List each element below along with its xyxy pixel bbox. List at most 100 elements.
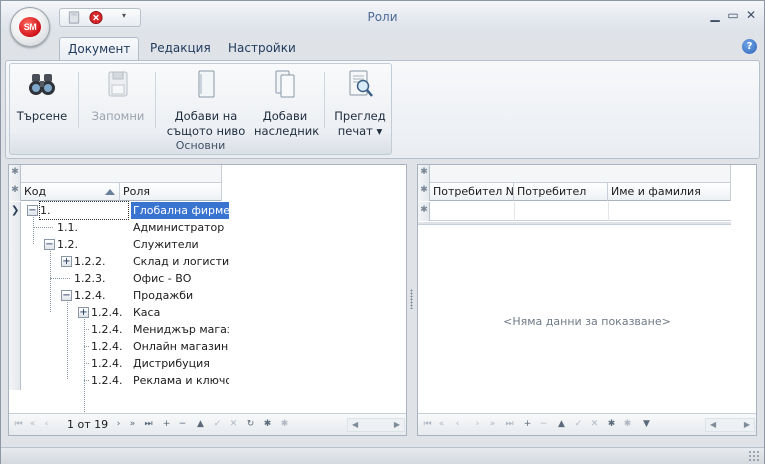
prev-record-icon[interactable]: ‹ xyxy=(452,418,463,430)
scroll-left-icon[interactable]: ◀ xyxy=(352,419,358,431)
collapse-icon[interactable]: − xyxy=(44,239,55,250)
print-preview-label: Преглед печат ▾ xyxy=(332,109,388,139)
help-icon[interactable]: ? xyxy=(742,39,757,54)
column-header-user[interactable]: Потребител xyxy=(514,183,608,201)
add-child-label: Добави наследник xyxy=(254,109,319,139)
prev-page-icon[interactable]: « xyxy=(27,418,38,430)
goto-bookmark-icon[interactable]: ✱ xyxy=(622,418,633,430)
tree-row-code: 1.2.4. xyxy=(74,289,106,302)
search-button-label: Търсене xyxy=(16,109,68,123)
cancel-edit-icon[interactable]: ✕ xyxy=(589,418,600,430)
users-filter-indicator: ✱ xyxy=(418,165,430,183)
first-record-icon[interactable]: ⏮ xyxy=(422,418,433,430)
print-preview-button[interactable]: Преглед печат ▾ xyxy=(332,68,388,139)
cell-divider xyxy=(514,202,515,221)
tree-row[interactable]: + 1.2.2. Склад и логистика xyxy=(21,253,407,270)
tree-row[interactable]: − 1.2.4. Продажби xyxy=(21,287,407,304)
application-button[interactable]: SM xyxy=(10,7,50,47)
tree-row[interactable]: 1.1. Администратор xyxy=(21,219,407,236)
scroll-right-icon[interactable]: ▶ xyxy=(744,419,750,431)
add-record-icon[interactable]: + xyxy=(161,418,172,430)
ribbon-separator xyxy=(78,72,79,128)
ribbon-group-label: Основни xyxy=(175,139,226,152)
right-hscrollbar[interactable]: ◀ ▶ xyxy=(705,418,755,432)
edit-record-icon[interactable]: ▲ xyxy=(556,418,567,430)
tree-row[interactable]: 1.2.3. Офис - ВО xyxy=(21,270,407,287)
qat-customize-icon[interactable]: ▾ xyxy=(122,11,138,26)
tree-row-code: 1.2.4. xyxy=(91,306,123,319)
filter-star-icon: ✱ xyxy=(11,167,19,177)
tree-row[interactable]: + 1.2.4. Каса xyxy=(21,304,407,321)
delete-record-icon[interactable]: − xyxy=(177,418,188,430)
column-header-code[interactable]: Код xyxy=(21,183,120,201)
collapse-icon[interactable]: − xyxy=(61,290,72,301)
bookmark-icon[interactable]: ✱ xyxy=(262,418,273,430)
tree-row[interactable]: 1.2.4. Онлайн магазин xyxy=(21,338,407,355)
tree-row-role: Онлайн магазин xyxy=(133,340,229,353)
prev-page-icon[interactable]: « xyxy=(436,418,447,430)
scroll-left-icon[interactable]: ◀ xyxy=(710,419,716,431)
maximize-button[interactable]: ▭ xyxy=(725,7,741,23)
edit-record-icon[interactable]: ▲ xyxy=(195,418,206,430)
tree-row-role: Каса xyxy=(133,306,161,319)
tab-settings[interactable]: Настройки xyxy=(220,37,304,61)
resize-grip-icon[interactable] xyxy=(748,450,760,462)
splitter-handle[interactable] xyxy=(410,289,413,309)
next-record-icon[interactable]: › xyxy=(113,418,124,430)
close-button[interactable]: ✕ xyxy=(743,7,759,23)
delete-record-icon[interactable]: − xyxy=(538,418,549,430)
tree-row[interactable]: − 1. Глобална фирмена xyxy=(21,201,407,220)
last-record-icon[interactable]: ⏭ xyxy=(504,418,515,430)
row-indicator-column xyxy=(9,202,21,390)
tree-row-code: 1.2.3. xyxy=(74,272,106,285)
add-record-icon[interactable]: + xyxy=(522,418,533,430)
add-child-button[interactable]: Добави наследник xyxy=(254,68,319,139)
add-sibling-button[interactable]: Добави на същото ниво xyxy=(164,68,248,139)
grid-footer-edge xyxy=(418,222,731,225)
first-record-icon[interactable]: ⏮ xyxy=(13,418,24,430)
next-page-icon[interactable]: » xyxy=(127,418,138,430)
column-header-role[interactable]: Роля xyxy=(120,183,222,201)
users-filter-row[interactable]: ✱ xyxy=(418,165,731,183)
next-record-icon[interactable]: › xyxy=(472,418,483,430)
right-navigator: ⏮ « ‹ › » ⏭ + − ▲ ✓ ✕ ✱ ✱ ▼ ◀ ▶ xyxy=(418,413,756,435)
expand-icon[interactable]: + xyxy=(78,307,89,318)
goto-bookmark-icon[interactable]: ✱ xyxy=(279,418,290,430)
refresh-icon[interactable]: ↻ xyxy=(245,418,256,430)
save-button[interactable]: Запомни xyxy=(88,68,148,124)
new-item-row[interactable]: ✱ xyxy=(418,202,731,221)
post-edit-icon[interactable]: ✓ xyxy=(212,418,223,430)
add-sibling-label-line1: Добави на xyxy=(174,109,238,123)
tree-row[interactable]: 1.2.4. Реклама и ключови xyxy=(21,372,407,389)
column-header-user-no[interactable]: Потребител № xyxy=(430,183,514,201)
tab-document[interactable]: Документ xyxy=(59,37,140,62)
filter-row[interactable]: ✱ xyxy=(9,165,222,183)
qat-save-icon[interactable] xyxy=(66,10,82,25)
cancel-edit-icon[interactable]: ✕ xyxy=(228,418,239,430)
scroll-right-icon[interactable]: ▶ xyxy=(394,419,400,431)
collapse-icon[interactable]: − xyxy=(27,205,38,216)
qat-close-icon[interactable] xyxy=(88,10,104,25)
left-hscrollbar[interactable]: ◀ ▶ xyxy=(347,418,405,432)
post-edit-icon[interactable]: ✓ xyxy=(573,418,584,430)
tree-row-code: 1. xyxy=(39,201,129,220)
bookmark-icon[interactable]: ✱ xyxy=(606,418,617,430)
tab-edit[interactable]: Редакция xyxy=(142,37,219,61)
tree-line xyxy=(84,346,89,347)
minimize-button[interactable]: ▁ xyxy=(707,7,723,23)
last-record-icon[interactable]: ⏭ xyxy=(143,418,154,430)
tree-row-role: Глобална фирмена xyxy=(131,202,229,219)
prev-record-icon[interactable]: ‹ xyxy=(41,418,52,430)
tree-row[interactable]: 1.2.4. Дистрибуция xyxy=(21,355,407,372)
current-row-arrow-icon: ❯ xyxy=(11,205,20,216)
add-child-label-line1: Добави xyxy=(262,109,308,123)
expand-icon[interactable]: + xyxy=(61,256,72,267)
users-header-indicator: ✱ xyxy=(418,183,430,201)
filter-icon[interactable]: ▼ xyxy=(641,418,652,430)
next-page-icon[interactable]: » xyxy=(487,418,498,430)
column-header-full-name[interactable]: Име и фамилия xyxy=(608,183,731,201)
left-navigator: ⏮ « ‹ 1 от 19 › » ⏭ + − ▲ ✓ ✕ ↻ ✱ ✱ ◀ ▶ xyxy=(9,413,406,435)
tree-row[interactable]: 1.2.4. Мениджър магазин xyxy=(21,321,407,338)
tree-row[interactable]: − 1.2. Служители xyxy=(21,236,407,253)
search-button[interactable]: Търсене xyxy=(16,68,68,124)
